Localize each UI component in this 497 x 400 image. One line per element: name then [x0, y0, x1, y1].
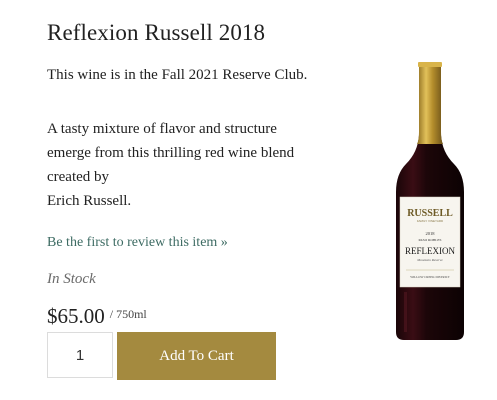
- product-description: A tasty mixture of flavor and structure …: [47, 117, 337, 213]
- wine-bottle-image: RUSSELL FAMILY VINEYARD 2018 PASO ROBLES…: [390, 60, 470, 345]
- label-region: PASO ROBLES: [419, 238, 442, 242]
- price-unit: / 750ml: [109, 307, 147, 321]
- club-membership-note: This wine is in the Fall 2021 Reserve Cl…: [47, 67, 308, 83]
- label-year: 2018: [426, 231, 436, 236]
- description-line: emerge from this thrilling red wine blen…: [47, 145, 295, 161]
- description-line: A tasty mixture of flavor and structure: [47, 121, 277, 137]
- price-row: $65.00 / 750ml: [47, 304, 147, 329]
- add-to-cart-button[interactable]: Add To Cart: [117, 332, 276, 380]
- label-brand: RUSSELL: [407, 208, 453, 219]
- review-link[interactable]: Be the first to review this item »: [47, 235, 228, 251]
- label-subtitle: Mountain Reserve: [416, 258, 443, 262]
- label-wine-name: REFLEXION: [405, 246, 455, 256]
- quantity-input[interactable]: [47, 332, 113, 378]
- product-title: Reflexion Russell 2018: [47, 20, 266, 45]
- price: $65.00: [47, 304, 105, 328]
- description-line: Erich Russell.: [47, 193, 132, 209]
- stock-status: In Stock: [47, 271, 96, 287]
- label-brand-sub: FAMILY VINEYARD: [417, 219, 444, 223]
- wine-bottle-icon: RUSSELL FAMILY VINEYARD 2018 PASO ROBLES…: [396, 62, 464, 340]
- label-district: WILLOW CREEK DISTRICT: [410, 275, 450, 279]
- description-line: created by: [47, 169, 110, 185]
